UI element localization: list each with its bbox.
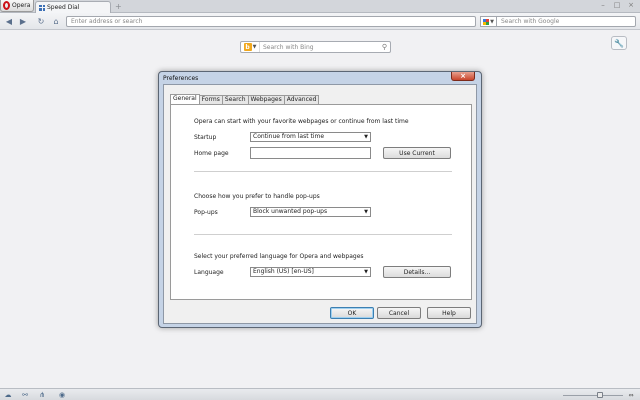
share-icon[interactable]: ⋔	[38, 391, 46, 399]
speed-dial-engine-selector[interactable]: b ▼	[241, 42, 260, 52]
tab-title: Speed Dial	[47, 4, 80, 11]
dialog-close-button[interactable]: ×	[451, 72, 475, 81]
window-controls: – □ ×	[596, 0, 638, 10]
maximize-icon[interactable]: □	[610, 0, 624, 10]
cloud-icon[interactable]: ☁	[4, 391, 12, 399]
turbo-icon[interactable]: ◉	[58, 391, 66, 399]
startup-select[interactable]: Continue from last time ▼	[250, 132, 371, 142]
general-panel: Opera can start with your favorite webpa…	[170, 104, 472, 300]
speed-dial-search-input[interactable]: Search with Bing	[260, 44, 379, 51]
forward-icon[interactable]: ▶	[18, 16, 28, 26]
popups-label: Pop-ups	[194, 209, 218, 216]
preferences-dialog: Preferences × General Forms Search Webpa…	[158, 71, 482, 328]
startup-label: Startup	[194, 134, 217, 141]
startup-intro: Opera can start with your favorite webpa…	[194, 118, 409, 125]
new-tab-button[interactable]: +	[115, 3, 122, 11]
help-button[interactable]: Help	[427, 307, 471, 319]
bing-icon: b	[243, 43, 252, 51]
chevron-down-icon: ▼	[364, 209, 368, 215]
speed-dial-search: b ▼ Search with Bing ⚲	[240, 41, 391, 53]
address-input[interactable]: Enter address or search	[66, 16, 476, 27]
dialog-title: Preferences	[163, 75, 199, 82]
status-bar: ☁ ⚯ ⋔ ◉ ⇔	[0, 388, 640, 400]
back-icon[interactable]: ◀	[4, 16, 14, 26]
popups-select-value: Block unwanted pop-ups	[253, 208, 328, 215]
language-details-button[interactable]: Details...	[383, 266, 451, 278]
preferences-tabs: General Forms Search Webpages Advanced	[170, 94, 320, 104]
unite-icon[interactable]: ⚯	[21, 391, 29, 399]
opera-logo-icon	[3, 1, 10, 10]
cancel-button[interactable]: Cancel	[377, 307, 421, 319]
speed-dial-icon	[39, 4, 45, 11]
popups-intro: Choose how you prefer to handle pop-ups	[194, 193, 320, 200]
tab-bar: Opera Speed Dial + – □ ×	[0, 0, 640, 13]
dialog-body: General Forms Search Webpages Advanced O…	[163, 84, 477, 324]
tab-advanced[interactable]: Advanced	[283, 95, 320, 104]
popups-select[interactable]: Block unwanted pop-ups ▼	[250, 207, 371, 217]
use-current-button[interactable]: Use Current	[383, 147, 451, 159]
zoom-slider-handle[interactable]	[597, 392, 603, 398]
search-engine-selector[interactable]: ▼	[480, 16, 496, 27]
zoom-slider[interactable]	[563, 395, 623, 396]
wrench-icon: 🔧	[614, 38, 624, 48]
tab-general[interactable]: General	[170, 94, 200, 104]
homepage-input[interactable]	[250, 147, 371, 159]
search-input[interactable]: Search with Google	[496, 16, 636, 27]
language-select-value: English (US) [en-US]	[253, 268, 314, 275]
address-toolbar: ◀ ▶ ↻ ⌂ Enter address or search ▼ Search…	[0, 13, 640, 30]
homepage-label: Home page	[194, 150, 229, 157]
chevron-down-icon: ▼	[490, 18, 494, 25]
chevron-down-icon: ▼	[252, 44, 257, 50]
tab-search[interactable]: Search	[221, 95, 249, 104]
chevron-down-icon: ▼	[364, 134, 368, 140]
opera-menu-button[interactable]: Opera	[0, 0, 34, 12]
divider	[194, 171, 452, 172]
language-label: Language	[194, 269, 224, 276]
home-icon[interactable]: ⌂	[51, 16, 61, 26]
zoom-fit-icon[interactable]: ⇔	[626, 391, 636, 399]
reload-icon[interactable]: ↻	[36, 16, 46, 26]
divider	[194, 234, 452, 235]
tab-speed-dial[interactable]: Speed Dial	[35, 1, 111, 13]
language-intro: Select your preferred language for Opera…	[194, 253, 364, 260]
tab-webpages[interactable]: Webpages	[247, 95, 285, 104]
close-window-icon[interactable]: ×	[624, 0, 638, 10]
google-icon	[483, 18, 490, 25]
opera-menu-label: Opera	[12, 2, 31, 9]
chevron-down-icon: ▼	[364, 269, 368, 275]
search-icon[interactable]: ⚲	[379, 43, 390, 51]
speed-dial-config-button[interactable]: 🔧	[611, 36, 627, 50]
tab-forms[interactable]: Forms	[198, 95, 223, 104]
startup-select-value: Continue from last time	[253, 133, 325, 140]
language-select[interactable]: English (US) [en-US] ▼	[250, 267, 371, 277]
minimize-icon[interactable]: –	[596, 0, 610, 10]
ok-button[interactable]: OK	[330, 307, 374, 319]
